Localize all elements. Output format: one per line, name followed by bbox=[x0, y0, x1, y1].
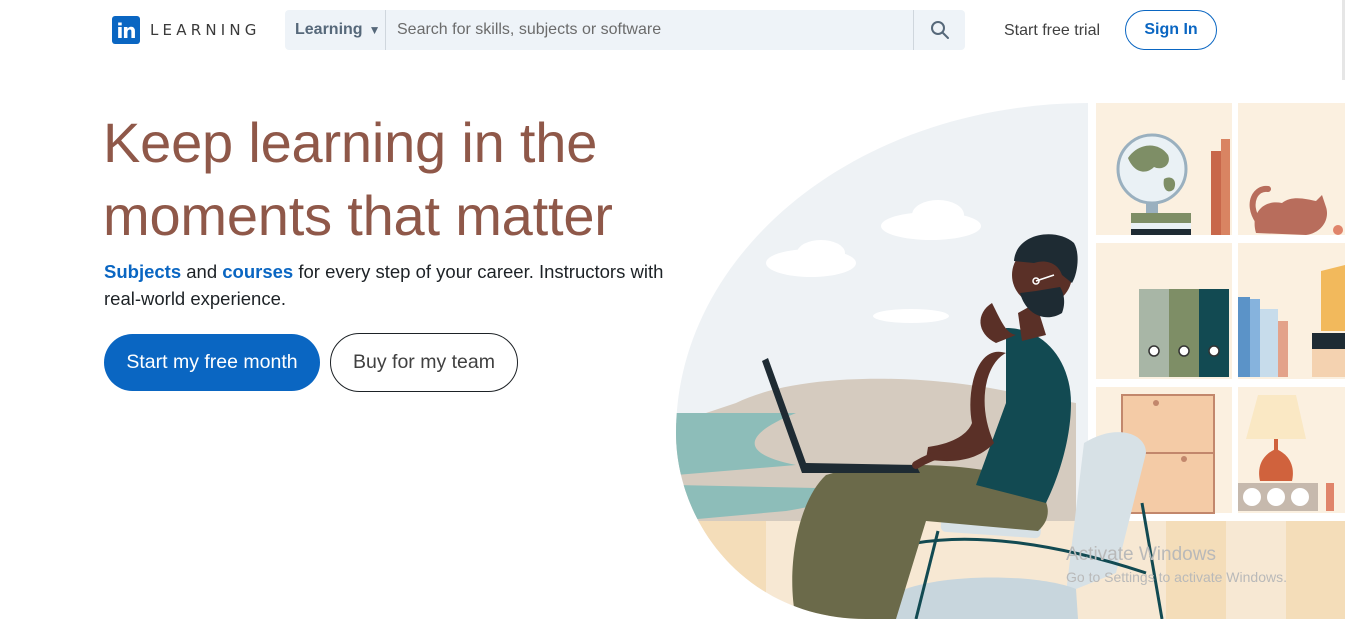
search-button[interactable] bbox=[913, 10, 965, 50]
linkedin-logo-icon: in bbox=[112, 16, 140, 44]
caret-down-icon: ▼ bbox=[368, 23, 381, 37]
sign-in-button[interactable]: Sign In bbox=[1125, 10, 1217, 50]
hero-subtext: Subjects and courses for every step of y… bbox=[104, 258, 664, 312]
buy-for-team-button[interactable]: Buy for my team bbox=[330, 333, 518, 392]
site-header: in LEARNING Learning ▼ Start free trial … bbox=[0, 0, 1345, 64]
search-category-label: Learning bbox=[295, 21, 363, 38]
hero-illustration bbox=[676, 103, 1345, 619]
search-bar: Learning ▼ bbox=[285, 10, 965, 50]
logo-wordmark: LEARNING bbox=[150, 21, 261, 39]
and-text: and bbox=[181, 261, 223, 282]
search-category-dropdown[interactable]: Learning ▼ bbox=[285, 10, 386, 50]
start-free-trial-link[interactable]: Start free trial bbox=[1004, 22, 1100, 40]
subjects-link[interactable]: Subjects bbox=[104, 261, 181, 282]
linkedin-learning-logo[interactable]: in LEARNING bbox=[112, 16, 261, 44]
search-input[interactable] bbox=[386, 10, 913, 50]
search-icon bbox=[930, 21, 949, 39]
courses-link[interactable]: courses bbox=[222, 261, 293, 282]
start-free-month-button[interactable]: Start my free month bbox=[104, 334, 320, 391]
hero-headline: Keep learning in the moments that matter bbox=[103, 111, 613, 247]
